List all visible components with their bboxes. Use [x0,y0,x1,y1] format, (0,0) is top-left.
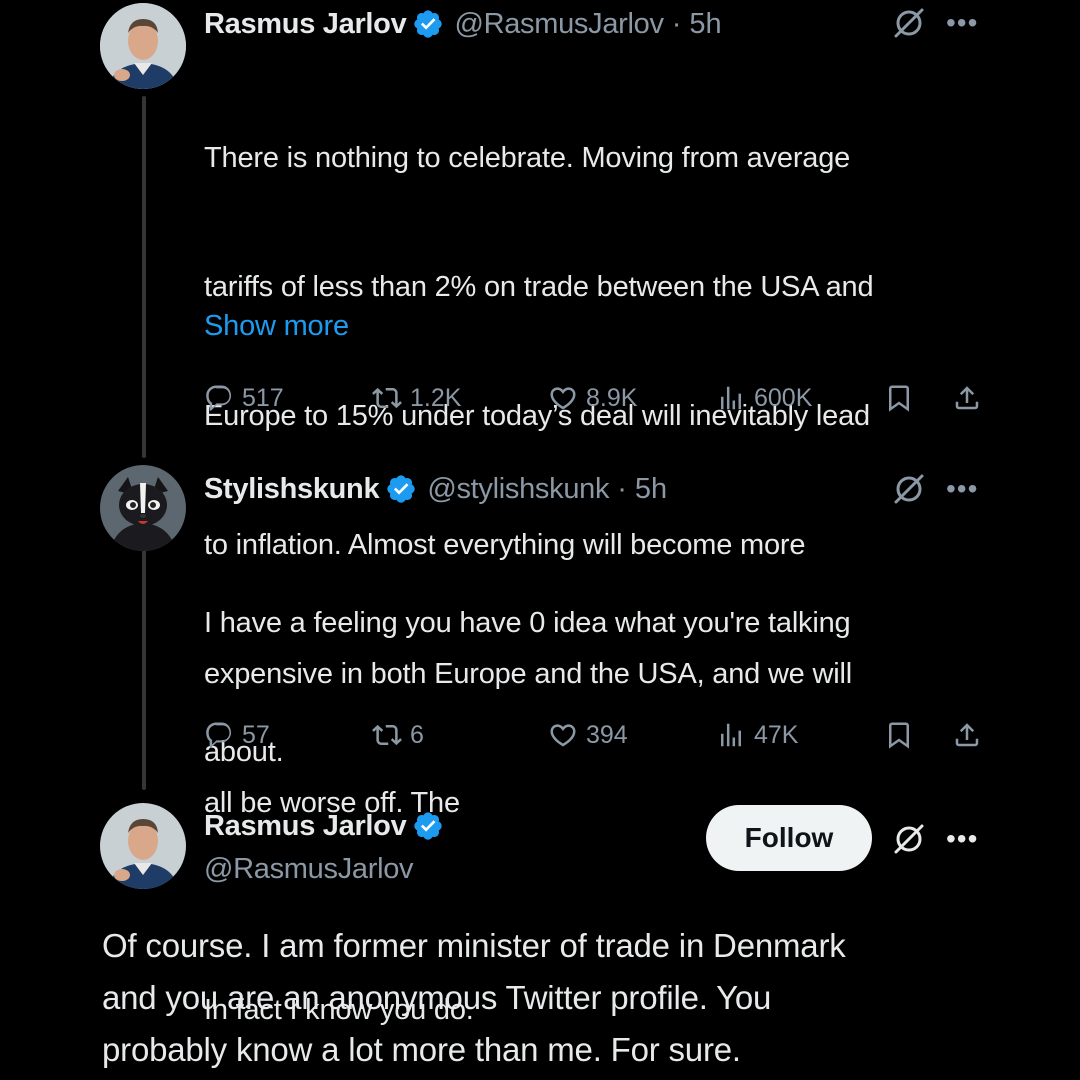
verified-badge-icon [412,810,444,842]
reply-count: 57 [242,720,270,749]
views-icon [721,386,741,410]
views-count: 47K [754,720,799,749]
thread-line [142,540,146,790]
tweet-header: Stylishskunk @stylishskunk · 5h [204,469,667,509]
views-button[interactable]: 47K [716,715,798,755]
separator: · [617,472,627,505]
show-more-link[interactable]: Show more [204,310,349,343]
repost-icon [372,724,402,746]
repost-icon [372,387,402,409]
share-icon [955,386,979,410]
more-icon[interactable]: ••• [946,825,978,853]
timestamp[interactable]: 5h [689,8,721,41]
text-line: tariffs of less than 2% on trade between… [204,271,874,303]
avatar[interactable] [100,3,186,89]
reply-icon [206,385,232,411]
verified-badge-icon [412,8,444,40]
views-button[interactable]: 600K [716,378,812,418]
views-count: 600K [754,383,813,412]
text-line: There is nothing to celebrate. Moving fr… [204,142,851,174]
action-bar: 57 6 394 47K [204,715,994,755]
text-line: I have a feeling you have 0 idea what yo… [204,607,851,639]
more-icon[interactable]: ••• [946,9,978,37]
author-name[interactable]: Rasmus Jarlov [204,8,407,41]
repost-count: 1.2K [410,383,462,412]
share-icon [955,723,979,747]
reply-icon [206,722,232,748]
author-name[interactable]: Rasmus Jarlov [204,810,407,843]
tweet-top-icons: ••• [892,472,978,506]
tweet-top-icons: ••• [892,6,978,40]
tweet-header: Rasmus Jarlov [204,806,454,846]
grok-icon[interactable] [892,6,926,40]
author-handle-row: @RasmusJarlov [204,849,414,889]
reply-count: 517 [242,383,284,412]
bookmark-icon [889,385,909,412]
verified-badge-icon [385,473,417,505]
author-handle[interactable]: @RasmusJarlov [454,8,664,41]
bookmark-icon [889,722,909,749]
views-icon [721,723,741,747]
heart-icon [550,387,576,410]
action-bar: 517 1.2K 8.9K 600K [204,378,994,418]
bookmark-button[interactable] [884,715,914,755]
grok-icon[interactable] [892,472,926,506]
like-count: 8.9K [586,383,638,412]
like-button[interactable]: 8.9K [548,378,637,418]
timestamp[interactable]: 5h [635,473,667,506]
tweet-header: Rasmus Jarlov @RasmusJarlov · 5h [204,4,722,44]
text-line: probably know a lot more than me. For su… [102,1031,741,1068]
reply-button[interactable]: 517 [204,378,284,418]
author-handle[interactable]: @RasmusJarlov [204,853,414,886]
author-handle[interactable]: @stylishskunk [427,473,609,506]
grok-icon[interactable] [892,822,926,856]
more-icon[interactable]: ••• [946,475,978,503]
tweet-top-icons: ••• [892,822,978,856]
repost-count: 6 [410,720,424,749]
author-name[interactable]: Stylishskunk [204,473,380,506]
text-line: Of course. I am former minister of trade… [102,927,846,964]
heart-icon [550,724,576,747]
share-button[interactable] [952,378,982,418]
follow-button[interactable]: Follow [706,805,872,871]
repost-button[interactable]: 6 [372,715,424,755]
avatar[interactable] [100,465,186,551]
share-button[interactable] [952,715,982,755]
avatar[interactable] [100,803,186,889]
text-line: and you are an anonymous Twitter profile… [102,979,772,1016]
separator: · [671,7,682,40]
like-count: 394 [586,720,628,749]
repost-button[interactable]: 1.2K [372,378,461,418]
bookmark-button[interactable] [884,378,914,418]
reply-button[interactable]: 57 [204,715,270,755]
like-button[interactable]: 394 [548,715,628,755]
main-tweet-text: Of course. I am former minister of trade… [102,920,1022,1076]
thread-line [142,96,146,458]
